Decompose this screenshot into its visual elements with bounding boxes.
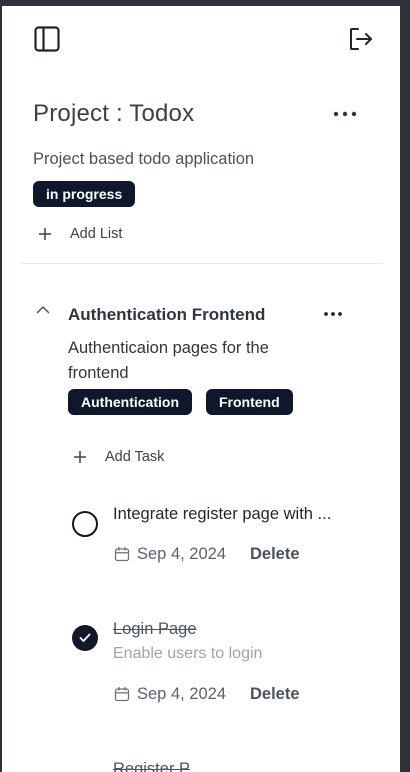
task-date: Sep 4, 2024 bbox=[114, 683, 226, 705]
check-icon bbox=[79, 633, 91, 642]
more-horizontal-icon bbox=[333, 111, 357, 117]
task-title[interactable]: Integrate register page with ... bbox=[113, 505, 363, 524]
logout-button[interactable] bbox=[346, 24, 376, 54]
task-date: Sep 4, 2024 bbox=[114, 543, 226, 565]
status-badge: in progress bbox=[33, 181, 136, 207]
task-complete-checkbox[interactable] bbox=[72, 625, 98, 651]
sidebar-panel-icon bbox=[34, 26, 60, 52]
list-description: Authenticaion pages for the frontend bbox=[68, 339, 269, 382]
calendar-icon bbox=[114, 547, 130, 562]
list-more-button[interactable] bbox=[320, 304, 346, 324]
task-description: Enable users to login bbox=[113, 645, 263, 662]
task-date-text: Sep 4, 2024 bbox=[137, 684, 226, 703]
tag-badge: Frontend bbox=[206, 389, 293, 415]
task-title[interactable]: Login Page bbox=[113, 620, 363, 639]
project-description: Project based todo application bbox=[33, 150, 255, 168]
sidebar-toggle-button[interactable] bbox=[32, 24, 62, 54]
plus-icon bbox=[74, 451, 86, 463]
task-complete-checkbox[interactable] bbox=[72, 511, 98, 537]
task-title[interactable]: Register P bbox=[113, 760, 363, 772]
add-list-label: Add List bbox=[70, 226, 123, 242]
add-task-button[interactable]: Add Task bbox=[73, 445, 164, 469]
calendar-icon bbox=[114, 687, 130, 702]
section-divider bbox=[22, 263, 383, 264]
list-collapse-button[interactable] bbox=[32, 300, 54, 318]
list-title: Authentication Frontend bbox=[68, 305, 266, 324]
project-panel: Project : Todox Project based todo appli… bbox=[2, 6, 400, 772]
task-delete-button[interactable]: Delete bbox=[250, 685, 300, 704]
project-title: Project : Todox bbox=[33, 100, 195, 127]
logout-arrow-icon bbox=[350, 28, 372, 50]
add-list-button[interactable]: Add List bbox=[38, 222, 122, 246]
task-delete-button[interactable]: Delete bbox=[250, 545, 300, 564]
task-date-text: Sep 4, 2024 bbox=[137, 544, 226, 563]
add-task-label: Add Task bbox=[105, 449, 165, 465]
project-more-button[interactable] bbox=[332, 102, 358, 126]
more-horizontal-icon bbox=[324, 312, 342, 316]
plus-icon bbox=[39, 228, 51, 240]
tag-badge: Authentication bbox=[68, 389, 192, 415]
chevron-up-icon bbox=[36, 305, 50, 313]
